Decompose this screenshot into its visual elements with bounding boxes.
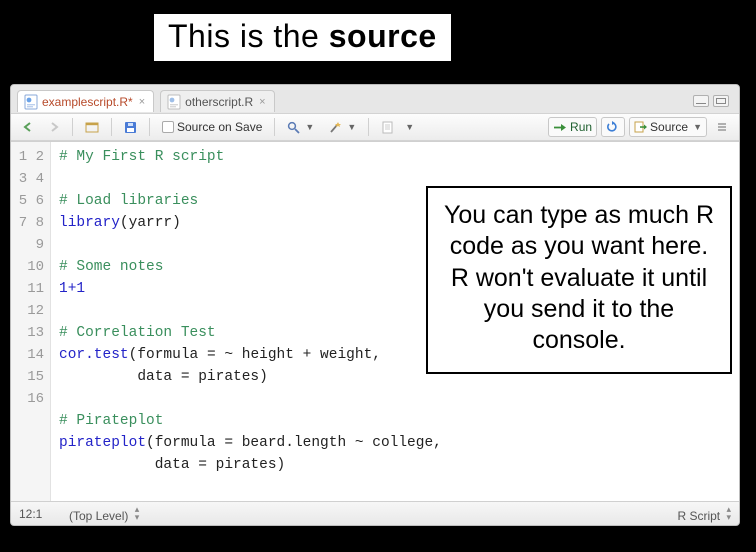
rerun-icon [606,121,620,134]
cursor-position: 12:1 [19,507,59,521]
r-file-icon [24,94,38,110]
chevron-down-icon: ▼ [305,122,314,132]
tab-filename: otherscript.R [185,95,253,109]
find-button[interactable]: ▼ [282,117,319,137]
code-tools-button[interactable]: ▼ [323,117,361,137]
page-title: This is the source [154,14,451,61]
chevron-down-icon: ▼ [693,122,702,132]
scope-label: (Top Level) [69,509,128,523]
r-file-icon [167,94,181,110]
toolbar-separator [72,118,73,136]
arrow-right-icon [48,121,60,133]
search-icon [287,121,300,134]
close-icon[interactable]: × [139,96,145,108]
document-outline-button[interactable] [711,117,733,137]
headline-pre: This is the [168,18,329,54]
toolbar-separator [149,118,150,136]
panel-window-controls [693,95,733,107]
editor-tabs: examplescript.R* × otherscript.R × [11,85,739,113]
run-label: Run [570,120,592,134]
toolbar-separator [368,118,369,136]
editor-toolbar: Source on Save ▼ ▼ ▼ Run Source ▼ [11,113,739,141]
compile-report-button[interactable] [376,117,399,137]
scope-selector[interactable]: (Top Level) ▴▾ [69,505,139,523]
minimize-panel-button[interactable] [693,95,709,107]
chevron-down-icon: ▼ [347,122,356,132]
outline-icon [716,121,728,133]
run-arrow-icon [553,122,567,133]
checkbox-icon [162,121,174,133]
source-on-save-label: Source on Save [177,120,262,134]
callout-text: You can type as much R code as you want … [444,201,714,354]
save-icon [124,121,137,134]
updown-icon: ▴▾ [726,505,731,521]
source-file-icon [634,121,647,133]
magic-wand-icon [328,121,342,134]
editor-status-bar: 12:1 (Top Level) ▴▾ R Script ▴▾ [11,501,739,525]
run-button[interactable]: Run [548,117,597,137]
toolbar-separator [111,118,112,136]
toolbar-separator [274,118,275,136]
annotation-callout: You can type as much R code as you want … [426,186,732,374]
arrow-left-icon [22,121,34,133]
back-button[interactable] [17,117,39,137]
source-on-save-toggle[interactable]: Source on Save [157,117,267,137]
chevron-down-icon[interactable]: ▼ [405,122,414,132]
tab-examplescript[interactable]: examplescript.R* × [17,90,154,112]
headline-bold: source [329,18,437,54]
close-icon[interactable]: × [259,96,265,108]
tab-filename: examplescript.R* [42,95,133,109]
notebook-icon [381,121,394,134]
language-mode-selector[interactable]: R Script ▴▾ [677,505,731,523]
source-button[interactable]: Source ▼ [629,117,707,137]
rerun-button[interactable] [601,117,625,137]
maximize-panel-button[interactable] [713,95,729,107]
forward-button[interactable] [43,117,65,137]
language-label: R Script [677,509,720,523]
source-label: Source [650,120,688,134]
popup-window-icon [85,121,99,133]
line-number-gutter: 1 2 3 4 5 6 7 8 9 10 11 12 13 14 15 16 [11,142,51,501]
tab-otherscript[interactable]: otherscript.R × [160,90,274,112]
updown-icon: ▴▾ [135,505,140,521]
save-button[interactable] [119,117,142,137]
show-in-new-window-button[interactable] [80,117,104,137]
